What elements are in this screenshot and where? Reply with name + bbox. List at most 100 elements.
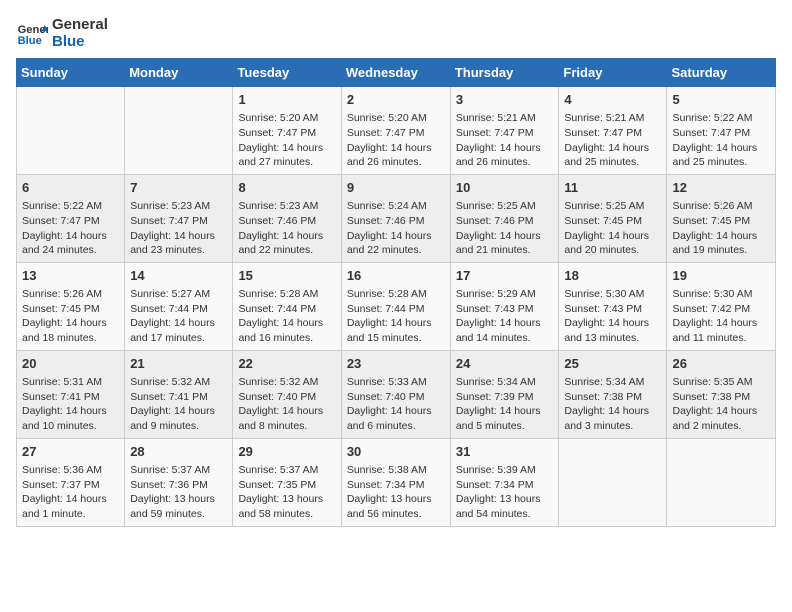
calendar-cell: 3Sunrise: 5:21 AM Sunset: 7:47 PM Daylig… — [450, 87, 559, 175]
calendar-cell: 7 Sunrise: 5:23 AM Sunset: 7:47 PM Daylig… — [125, 174, 233, 262]
day-number: 2 — [347, 91, 445, 109]
calendar-cell: 28Sunrise: 5:37 AM Sunset: 7:36 PM Dayli… — [125, 438, 233, 526]
calendar-cell: 4Sunrise: 5:21 AM Sunset: 7:47 PM Daylig… — [559, 87, 667, 175]
cell-info: Sunrise: 5:25 AM Sunset: 7:46 PM Dayligh… — [456, 199, 554, 258]
cell-info: Sunrise: 5:23 AM Sunset: 7:46 PM Dayligh… — [238, 199, 335, 258]
calendar-cell: 21 Sunrise: 5:32 AM Sunset: 7:41 PM Dayli… — [125, 350, 233, 438]
cell-info: Sunrise: 5:23 AM Sunset: 7:47 PM Dayligh… — [130, 199, 227, 258]
cell-info: Sunrise: 5:30 AM Sunset: 7:43 PM Dayligh… — [564, 287, 661, 346]
day-number: 4 — [564, 91, 661, 109]
weekday-header-sunday: Sunday — [17, 59, 125, 87]
day-number: 7 — [130, 179, 227, 197]
cell-info: Sunrise: 5:29 AM Sunset: 7:43 PM Dayligh… — [456, 287, 554, 346]
cell-info: Sunrise: 5:20 AM Sunset: 7:47 PM Dayligh… — [347, 111, 445, 170]
day-number: 23 — [347, 355, 445, 373]
calendar-cell: 27 Sunrise: 5:36 AM Sunset: 7:37 PM Dayli… — [17, 438, 125, 526]
calendar-cell: 2 Sunrise: 5:20 AM Sunset: 7:47 PM Daylig… — [341, 87, 450, 175]
day-number: 14 — [130, 267, 227, 285]
calendar-table: SundayMondayTuesdayWednesdayThursdayFrid… — [16, 58, 776, 527]
day-number: 29 — [238, 443, 335, 461]
day-number: 26 — [672, 355, 770, 373]
calendar-cell: 8 Sunrise: 5:23 AM Sunset: 7:46 PM Daylig… — [233, 174, 341, 262]
weekday-header-monday: Monday — [125, 59, 233, 87]
cell-info: Sunrise: 5:32 AM Sunset: 7:40 PM Dayligh… — [238, 375, 335, 434]
cell-info: Sunrise: 5:22 AM Sunset: 7:47 PM Dayligh… — [22, 199, 119, 258]
cell-info: Sunrise: 5:35 AM Sunset: 7:38 PM Dayligh… — [672, 375, 770, 434]
calendar-cell: 13Sunrise: 5:26 AM Sunset: 7:45 PM Dayli… — [17, 262, 125, 350]
calendar-cell: 23Sunrise: 5:33 AM Sunset: 7:40 PM Dayli… — [341, 350, 450, 438]
calendar-cell: 19 Sunrise: 5:30 AM Sunset: 7:42 PM Dayli… — [667, 262, 776, 350]
day-number: 12 — [672, 179, 770, 197]
cell-info: Sunrise: 5:36 AM Sunset: 7:37 PM Dayligh… — [22, 463, 119, 522]
calendar-cell: 25Sunrise: 5:34 AM Sunset: 7:38 PM Dayli… — [559, 350, 667, 438]
day-number: 24 — [456, 355, 554, 373]
day-number: 21 — [130, 355, 227, 373]
cell-info: Sunrise: 5:28 AM Sunset: 7:44 PM Dayligh… — [238, 287, 335, 346]
page-header: General Blue General Blue — [16, 16, 776, 50]
cell-info: Sunrise: 5:37 AM Sunset: 7:36 PM Dayligh… — [130, 463, 227, 522]
calendar-cell: 26 Sunrise: 5:35 AM Sunset: 7:38 PM Dayli… — [667, 350, 776, 438]
cell-info: Sunrise: 5:39 AM Sunset: 7:34 PM Dayligh… — [456, 463, 554, 522]
svg-text:Blue: Blue — [18, 35, 42, 47]
calendar-cell: 16 Sunrise: 5:28 AM Sunset: 7:44 PM Dayli… — [341, 262, 450, 350]
day-number: 5 — [672, 91, 770, 109]
cell-info: Sunrise: 5:30 AM Sunset: 7:42 PM Dayligh… — [672, 287, 770, 346]
day-number: 8 — [238, 179, 335, 197]
cell-info: Sunrise: 5:21 AM Sunset: 7:47 PM Dayligh… — [456, 111, 554, 170]
week-row-2: 6Sunrise: 5:22 AM Sunset: 7:47 PM Daylig… — [17, 174, 776, 262]
calendar-cell: 20Sunrise: 5:31 AM Sunset: 7:41 PM Dayli… — [17, 350, 125, 438]
calendar-cell: 5 Sunrise: 5:22 AM Sunset: 7:47 PM Daylig… — [667, 87, 776, 175]
day-number: 30 — [347, 443, 445, 461]
calendar-cell: 30 Sunrise: 5:38 AM Sunset: 7:34 PM Dayli… — [341, 438, 450, 526]
calendar-cell: 11Sunrise: 5:25 AM Sunset: 7:45 PM Dayli… — [559, 174, 667, 262]
calendar-cell: 6Sunrise: 5:22 AM Sunset: 7:47 PM Daylig… — [17, 174, 125, 262]
cell-info: Sunrise: 5:20 AM Sunset: 7:47 PM Dayligh… — [238, 111, 335, 170]
weekday-header-row: SundayMondayTuesdayWednesdayThursdayFrid… — [17, 59, 776, 87]
calendar-cell: 24 Sunrise: 5:34 AM Sunset: 7:39 PM Dayli… — [450, 350, 559, 438]
calendar-cell — [559, 438, 667, 526]
day-number: 16 — [347, 267, 445, 285]
day-number: 15 — [238, 267, 335, 285]
cell-info: Sunrise: 5:34 AM Sunset: 7:38 PM Dayligh… — [564, 375, 661, 434]
calendar-cell: 9 Sunrise: 5:24 AM Sunset: 7:46 PM Daylig… — [341, 174, 450, 262]
calendar-cell — [17, 87, 125, 175]
weekday-header-saturday: Saturday — [667, 59, 776, 87]
cell-info: Sunrise: 5:26 AM Sunset: 7:45 PM Dayligh… — [672, 199, 770, 258]
day-number: 27 — [22, 443, 119, 461]
day-number: 13 — [22, 267, 119, 285]
cell-info: Sunrise: 5:38 AM Sunset: 7:34 PM Dayligh… — [347, 463, 445, 522]
cell-info: Sunrise: 5:37 AM Sunset: 7:35 PM Dayligh… — [238, 463, 335, 522]
calendar-cell — [667, 438, 776, 526]
weekday-header-thursday: Thursday — [450, 59, 559, 87]
calendar-cell: 31Sunrise: 5:39 AM Sunset: 7:34 PM Dayli… — [450, 438, 559, 526]
day-number: 1 — [238, 91, 335, 109]
day-number: 10 — [456, 179, 554, 197]
weekday-header-wednesday: Wednesday — [341, 59, 450, 87]
cell-info: Sunrise: 5:34 AM Sunset: 7:39 PM Dayligh… — [456, 375, 554, 434]
logo: General Blue General Blue — [16, 16, 108, 50]
week-row-3: 13Sunrise: 5:26 AM Sunset: 7:45 PM Dayli… — [17, 262, 776, 350]
week-row-4: 20Sunrise: 5:31 AM Sunset: 7:41 PM Dayli… — [17, 350, 776, 438]
cell-info: Sunrise: 5:28 AM Sunset: 7:44 PM Dayligh… — [347, 287, 445, 346]
calendar-cell — [125, 87, 233, 175]
day-number: 17 — [456, 267, 554, 285]
week-row-1: 1 Sunrise: 5:20 AM Sunset: 7:47 PM Daylig… — [17, 87, 776, 175]
day-number: 22 — [238, 355, 335, 373]
weekday-header-friday: Friday — [559, 59, 667, 87]
cell-info: Sunrise: 5:24 AM Sunset: 7:46 PM Dayligh… — [347, 199, 445, 258]
cell-info: Sunrise: 5:32 AM Sunset: 7:41 PM Dayligh… — [130, 375, 227, 434]
calendar-cell: 29 Sunrise: 5:37 AM Sunset: 7:35 PM Dayli… — [233, 438, 341, 526]
day-number: 19 — [672, 267, 770, 285]
calendar-cell: 1 Sunrise: 5:20 AM Sunset: 7:47 PM Daylig… — [233, 87, 341, 175]
day-number: 20 — [22, 355, 119, 373]
day-number: 9 — [347, 179, 445, 197]
logo-blue: Blue — [52, 33, 108, 50]
day-number: 18 — [564, 267, 661, 285]
cell-info: Sunrise: 5:22 AM Sunset: 7:47 PM Dayligh… — [672, 111, 770, 170]
calendar-cell: 15 Sunrise: 5:28 AM Sunset: 7:44 PM Dayli… — [233, 262, 341, 350]
calendar-cell: 14 Sunrise: 5:27 AM Sunset: 7:44 PM Dayli… — [125, 262, 233, 350]
calendar-cell: 17 Sunrise: 5:29 AM Sunset: 7:43 PM Dayli… — [450, 262, 559, 350]
day-number: 11 — [564, 179, 661, 197]
logo-general: General — [52, 16, 108, 33]
cell-info: Sunrise: 5:27 AM Sunset: 7:44 PM Dayligh… — [130, 287, 227, 346]
